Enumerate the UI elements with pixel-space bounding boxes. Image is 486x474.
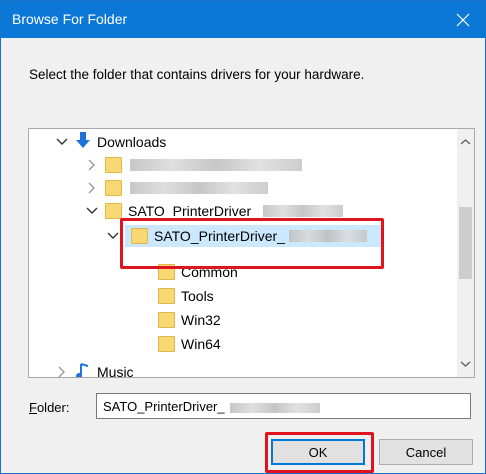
folder-icon xyxy=(105,180,122,196)
scroll-up-icon[interactable] xyxy=(460,134,471,149)
tree-item-win32[interactable]: Win32 xyxy=(158,309,221,331)
tree-item-label: SATO_PrinterDriver_ xyxy=(128,203,259,219)
tree-item-downloads[interactable]: Downloads xyxy=(55,131,166,153)
chevron-right-icon[interactable] xyxy=(85,158,99,172)
redacted-suffix xyxy=(230,402,321,413)
music-note-icon xyxy=(75,362,91,377)
browse-for-folder-dialog: Browse For Folder Select the folder that… xyxy=(0,0,486,474)
cancel-button[interactable]: Cancel xyxy=(379,439,473,465)
folder-icon xyxy=(158,312,175,328)
tree-item-label: Downloads xyxy=(97,134,167,150)
chevron-down-icon[interactable] xyxy=(85,204,99,218)
chevron-right-icon[interactable] xyxy=(55,365,69,377)
tree-item-label: Music xyxy=(97,364,134,378)
folder-icon xyxy=(158,336,175,352)
vertical-scrollbar[interactable] xyxy=(457,129,474,377)
folder-icon xyxy=(158,288,175,304)
scroll-down-icon[interactable] xyxy=(460,356,471,371)
chevron-down-icon[interactable] xyxy=(106,229,120,243)
chevron-down-icon[interactable] xyxy=(55,135,69,149)
chevron-right-icon[interactable] xyxy=(85,181,99,195)
folder-icon xyxy=(105,203,122,219)
dialog-title: Browse For Folder xyxy=(12,11,128,27)
close-button[interactable] xyxy=(441,1,485,38)
folder-label: Folder: xyxy=(29,400,70,415)
tree-item-music[interactable]: Music xyxy=(55,361,134,378)
tree-item-tools[interactable]: Tools xyxy=(158,285,214,307)
tree-item-folder[interactable] xyxy=(85,177,268,199)
highlight-box-ok-button xyxy=(265,432,374,473)
redacted-folder-name xyxy=(130,182,268,194)
tree-item-win64[interactable]: Win64 xyxy=(158,333,221,355)
redacted-folder-name xyxy=(130,159,302,171)
folder-icon xyxy=(105,157,122,173)
tree-item-sato-selected-expander[interactable] xyxy=(106,225,120,247)
redacted-suffix xyxy=(262,205,343,217)
download-arrow-icon xyxy=(75,131,91,153)
scrollbar-thumb[interactable] xyxy=(459,207,472,279)
instruction-text: Select the folder that contains drivers … xyxy=(29,67,365,82)
tree-item-label: Tools xyxy=(181,288,214,304)
tree-item-folder[interactable] xyxy=(85,154,302,176)
tree-item-label: Win64 xyxy=(181,336,221,352)
folder-field-value: SATO_PrinterDriver_ xyxy=(103,399,225,414)
title-bar: Browse For Folder xyxy=(1,1,485,38)
highlight-box-selected-folder xyxy=(120,218,384,269)
folder-field[interactable]: SATO_PrinterDriver_ xyxy=(96,393,471,419)
tree-item-label: Win32 xyxy=(181,312,221,328)
close-icon xyxy=(456,13,470,26)
